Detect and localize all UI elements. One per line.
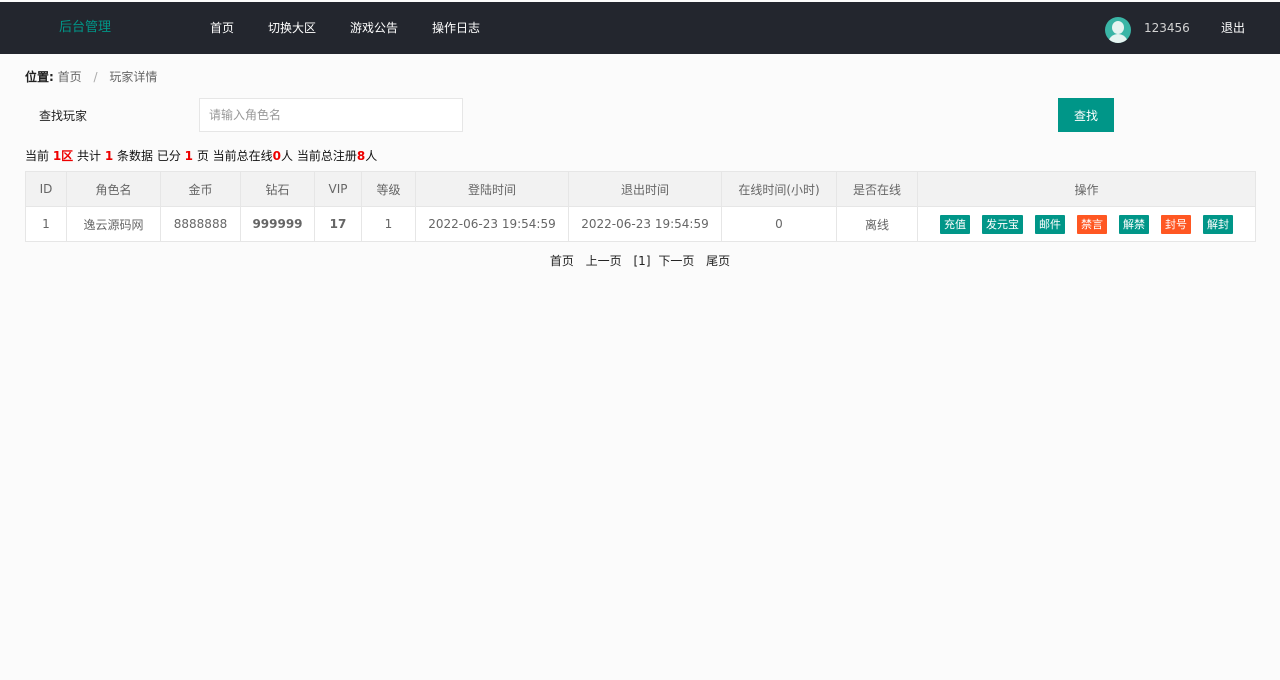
col-header-diamond: 钻石 <box>240 171 315 207</box>
breadcrumb: 位置: 首页 / 玩家详情 <box>25 68 157 85</box>
breadcrumb-player-detail: 玩家详情 <box>109 70 158 84</box>
cell-online-hours: 0 <box>721 206 837 242</box>
player-table: ID 角色名 金币 钻石 VIP 等级 登陆时间 退出时间 在线时间(小时) 是… <box>25 171 1256 242</box>
cell-id: 1 <box>25 206 67 242</box>
search-button[interactable]: 查找 <box>1058 98 1114 132</box>
summary-text: 页 当前总在线 <box>193 149 273 163</box>
page-prev[interactable]: 上一页 <box>586 254 622 268</box>
nav-switch-zone[interactable]: 切换大区 <box>251 2 333 54</box>
cell-actions: 充值 发元宝 邮件 禁言 解禁 封号 解封 <box>917 206 1256 242</box>
col-header-actions: 操作 <box>917 171 1256 207</box>
table-header-row: ID 角色名 金币 钻石 VIP 等级 登陆时间 退出时间 在线时间(小时) 是… <box>25 171 1256 207</box>
search-label: 查找玩家 <box>39 109 88 123</box>
search-input[interactable] <box>199 98 463 132</box>
summary-text: 当前 <box>25 149 53 163</box>
page-first[interactable]: 首页 <box>550 254 574 268</box>
col-header-login-time: 登陆时间 <box>415 171 569 207</box>
summary-text: 条数据 已分 <box>113 149 185 163</box>
summary-stats: 当前 1区 共计 1 条数据 已分 1 页 当前总在线0人 当前总注册8人 <box>25 147 377 164</box>
app-logo[interactable]: 后台管理 <box>59 2 111 54</box>
username[interactable]: 123456 <box>1144 2 1190 54</box>
col-header-level: 等级 <box>361 171 416 207</box>
summary-text: 共计 <box>73 149 105 163</box>
summary-zone: 1区 <box>52 149 74 163</box>
summary-text: 人 当前总注册 <box>281 149 357 163</box>
cell-is-online: 离线 <box>836 206 918 242</box>
summary-online-count: 0 <box>272 149 281 163</box>
col-header-gold: 金币 <box>160 171 241 207</box>
unmute-button[interactable]: 解禁 <box>1119 214 1149 234</box>
breadcrumb-separator: / <box>93 70 98 84</box>
logout-button[interactable]: 退出 <box>1221 2 1245 54</box>
recharge-button[interactable]: 充值 <box>940 214 970 234</box>
pagination: 首页 上一页 [1] 下一页 尾页 <box>0 252 1280 269</box>
cell-logout-time: 2022-06-23 19:54:59 <box>568 206 722 242</box>
col-header-id: ID <box>25 171 67 207</box>
mail-button[interactable]: 邮件 <box>1035 214 1065 234</box>
send-ingot-button[interactable]: 发元宝 <box>982 214 1023 234</box>
ban-button[interactable]: 封号 <box>1161 214 1191 234</box>
user-avatar-icon[interactable] <box>1105 17 1131 43</box>
page-next[interactable]: 下一页 <box>658 254 694 268</box>
mute-button[interactable]: 禁言 <box>1077 214 1107 234</box>
top-nav: 首页 切换大区 游戏公告 操作日志 <box>193 2 497 54</box>
nav-home[interactable]: 首页 <box>193 2 251 54</box>
summary-pages: 1 <box>184 149 193 163</box>
top-header: 后台管理 首页 切换大区 游戏公告 操作日志 123456 退出 <box>0 2 1280 54</box>
page-current: [1] <box>633 254 651 268</box>
col-header-is-online: 是否在线 <box>836 171 918 207</box>
breadcrumb-label: 位置: <box>25 70 54 84</box>
col-header-name: 角色名 <box>66 171 161 207</box>
col-header-logout-time: 退出时间 <box>568 171 722 207</box>
col-header-vip: VIP <box>314 171 362 207</box>
cell-gold: 8888888 <box>160 206 241 242</box>
page-last[interactable]: 尾页 <box>706 254 730 268</box>
summary-registered-count: 8 <box>356 149 366 163</box>
cell-vip: 17 <box>314 206 362 242</box>
nav-operation-log[interactable]: 操作日志 <box>415 2 497 54</box>
col-header-online-hours: 在线时间(小时) <box>721 171 837 207</box>
table-row: 1 逸云源码网 8888888 999999 17 1 2022-06-23 1… <box>25 206 1256 242</box>
summary-total: 1 <box>104 149 114 163</box>
nav-game-announcement[interactable]: 游戏公告 <box>333 2 415 54</box>
cell-diamond: 999999 <box>240 206 315 242</box>
cell-level: 1 <box>361 206 416 242</box>
cell-name: 逸云源码网 <box>66 206 161 242</box>
breadcrumb-home[interactable]: 首页 <box>58 70 82 84</box>
cell-login-time: 2022-06-23 19:54:59 <box>415 206 569 242</box>
unban-button[interactable]: 解封 <box>1203 214 1233 234</box>
summary-text: 人 <box>365 149 378 163</box>
